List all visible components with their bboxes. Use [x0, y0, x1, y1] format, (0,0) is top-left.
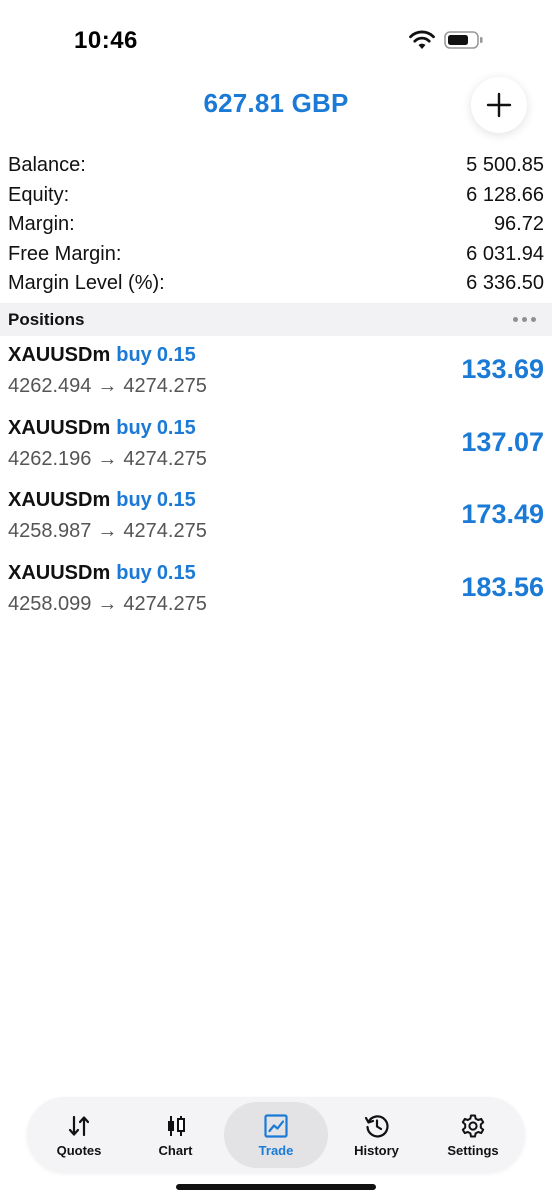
tab-label: History	[354, 1142, 399, 1158]
position-prices: 4258.987 → 4274.275	[8, 520, 207, 543]
position-open-price: 4262.494	[8, 375, 92, 397]
position-volume: 0.15	[156, 562, 196, 585]
position-current-price: 4274.275	[123, 520, 207, 543]
summary-row-free-margin: Free Margin: 6 031.94	[8, 240, 544, 270]
plus-icon	[486, 92, 512, 118]
home-indicator	[176, 1184, 376, 1190]
status-bar: 10:46	[0, 0, 552, 80]
tab-chart[interactable]: Chart	[128, 1102, 224, 1168]
position-profit: 173.49	[461, 499, 544, 530]
position-open-price: 4262.196	[8, 447, 92, 470]
trend-chart-icon	[264, 1113, 288, 1138]
position-side: buy	[116, 416, 152, 439]
account-summary: Balance: 5 500.85 Equity: 6 128.66 Margi…	[8, 151, 544, 299]
summary-value: 6 128.66	[466, 183, 544, 206]
summary-label: Free Margin:	[8, 242, 122, 265]
tab-label: Trade	[258, 1142, 294, 1158]
position-profit: 133.69	[461, 354, 544, 384]
battery-icon	[444, 31, 483, 49]
summary-row-equity: Equity: 6 128.66	[8, 181, 544, 211]
position-title: XAUUSDm buy 0.15	[8, 562, 196, 585]
more-dots-icon[interactable]	[513, 317, 536, 322]
tab-label: Chart	[158, 1142, 193, 1158]
position-row[interactable]: XAUUSDm buy 0.15 4258.987 → 4274.275 173.49	[0, 485, 552, 558]
position-symbol: XAUUSDm	[8, 416, 111, 439]
candlestick-icon	[167, 1115, 185, 1136]
summary-row-margin: Margin: 96.72	[8, 210, 544, 240]
summary-label: Margin Level (%):	[8, 272, 165, 295]
position-current-price: 4274.275	[123, 375, 207, 397]
position-symbol: XAUUSDm	[8, 489, 111, 512]
bottom-tab-bar: Quotes Chart Trade History Settings	[27, 1097, 525, 1173]
position-open-price: 4258.987	[8, 520, 92, 543]
position-profit: 183.56	[461, 572, 544, 603]
summary-value: 96.72	[493, 213, 544, 236]
trade-screen: 10:46 627.81 GBP Balance: 5 500.85 Equit…	[0, 0, 552, 1200]
summary-label: Balance:	[8, 154, 86, 177]
position-symbol: XAUUSDm	[8, 562, 111, 585]
position-volume: 0.15	[156, 416, 196, 439]
history-clock-icon	[364, 1114, 389, 1137]
position-current-price: 4274.275	[123, 593, 207, 616]
wifi-icon	[409, 30, 435, 49]
summary-label: Equity:	[8, 183, 70, 206]
positions-section-header: Positions	[0, 303, 552, 336]
position-current-price: 4274.275	[123, 447, 207, 470]
arrow-right-icon: →	[97, 520, 118, 543]
summary-row-margin-level: Margin Level (%): 6 336.50	[8, 269, 544, 299]
tab-trade[interactable]: Trade	[224, 1102, 328, 1168]
position-row[interactable]: XAUUSDm buy 0.15 4262.196 → 4274.275 137.07	[0, 413, 552, 486]
gear-icon	[461, 1114, 485, 1137]
position-title: XAUUSDm buy 0.15	[8, 489, 196, 512]
position-volume: 0.15	[156, 344, 196, 366]
position-symbol: XAUUSDm	[8, 344, 111, 366]
summary-value: 5 500.85	[466, 154, 544, 177]
position-title: XAUUSDm buy 0.15	[8, 417, 196, 440]
position-prices: 4258.099 → 4274.275	[8, 593, 207, 616]
positions-title: Positions	[8, 309, 85, 329]
tab-history[interactable]: History	[329, 1102, 425, 1168]
account-profit-display: 627.81 GBP	[203, 88, 349, 118]
position-open-price: 4258.099	[8, 593, 92, 616]
positions-list: XAUUSDm buy 0.15 4262.494 → 4274.275 133.69 …	[0, 340, 552, 631]
position-prices: 4262.196 → 4274.275	[8, 448, 207, 471]
summary-value: 6 336.50	[466, 272, 544, 295]
arrow-right-icon: →	[97, 447, 118, 470]
position-side: buy	[116, 344, 152, 366]
quotes-arrows-icon	[68, 1115, 90, 1136]
new-order-button[interactable]	[471, 77, 527, 133]
summary-row-balance: Balance: 5 500.85	[8, 151, 544, 181]
tab-quotes[interactable]: Quotes	[31, 1102, 127, 1168]
tab-label: Quotes	[56, 1142, 102, 1158]
arrow-right-icon: →	[97, 593, 118, 616]
summary-label: Margin:	[8, 213, 75, 236]
position-volume: 0.15	[156, 489, 196, 512]
tab-settings[interactable]: Settings	[425, 1102, 521, 1168]
status-time: 10:46	[74, 27, 138, 54]
summary-value: 6 031.94	[466, 242, 544, 265]
position-prices: 4262.494 → 4274.275	[8, 375, 207, 398]
arrow-right-icon: →	[97, 375, 118, 397]
position-profit: 137.07	[461, 426, 544, 457]
position-side: buy	[116, 562, 152, 585]
position-row[interactable]: XAUUSDm buy 0.15 4262.494 → 4274.275 133.69	[0, 340, 552, 413]
position-title: XAUUSDm buy 0.15	[8, 344, 196, 367]
position-side: buy	[116, 489, 152, 512]
tab-label: Settings	[447, 1142, 499, 1158]
position-row[interactable]: XAUUSDm buy 0.15 4258.099 → 4274.275 183.56	[0, 558, 552, 631]
